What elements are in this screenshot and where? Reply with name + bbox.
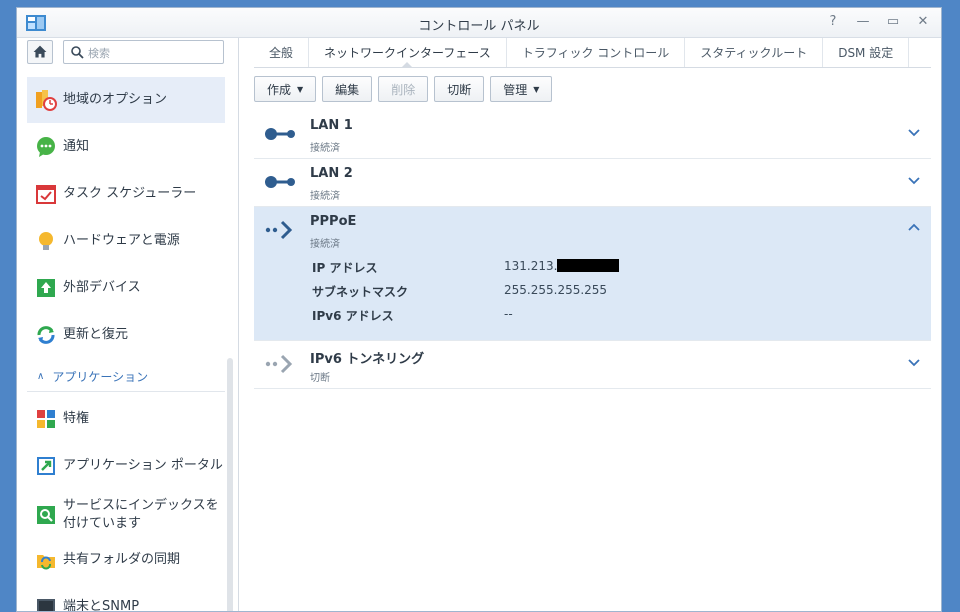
interface-name: IPv6 トンネリング xyxy=(310,352,425,367)
indexing-service-icon xyxy=(37,506,55,524)
sidebar-item-label: 特権 xyxy=(63,411,90,426)
privileges-icon xyxy=(37,410,55,428)
sidebar-item-label: 通知 xyxy=(63,139,90,154)
sidebar-item-notification[interactable]: 通知 xyxy=(27,124,225,170)
chevron-down-icon[interactable] xyxy=(907,355,921,369)
interface-status: 接続済 xyxy=(310,143,340,154)
sidebar-item-label: タスク スケジューラー xyxy=(63,186,197,201)
title-bar[interactable]: コントロール パネル ? — ▭ ✕ xyxy=(17,8,941,38)
interface-name: LAN 1 xyxy=(310,118,353,133)
task-scheduler-icon xyxy=(36,185,56,204)
detail-label-ip: IP アドレス xyxy=(312,261,378,275)
label-line-1: サービスにインデックスを xyxy=(63,498,219,513)
interface-row-lan1[interactable]: LAN 1 接続済 xyxy=(254,111,931,159)
sidebar-item-terminal-snmp[interactable]: 端末とSNMP xyxy=(27,584,225,612)
create-label: 作成 xyxy=(267,82,292,97)
sidebar-item-label: 共有フォルダの同期 xyxy=(63,552,181,567)
interface-row-ipv6-tunnel[interactable]: IPv6 トンネリング 切断 xyxy=(254,341,931,389)
chevron-down-icon[interactable] xyxy=(907,125,921,139)
detail-value-ip: 131.213. xyxy=(504,259,620,273)
edit-button[interactable]: 編集 xyxy=(322,76,373,102)
application-portal-icon xyxy=(37,457,55,475)
create-button[interactable]: 作成 ▼ xyxy=(254,76,317,102)
section-header-applications[interactable]: ∧ アプリケーション xyxy=(27,362,225,392)
section-label: アプリケーション xyxy=(52,370,149,384)
manage-button[interactable]: 管理 ▼ xyxy=(490,76,553,102)
main-panel: 全般 ネットワークインターフェース トラフィック コントロール スタティックルー… xyxy=(254,38,931,611)
detail-value-subnet: 255.255.255.255 xyxy=(504,283,608,297)
home-button[interactable] xyxy=(27,40,53,64)
ethernet-connected-icon xyxy=(265,128,295,140)
sidebar-item-indexing-service[interactable]: サービスにインデックスを 付けています xyxy=(27,488,225,542)
tab-general[interactable]: 全般 xyxy=(254,38,310,67)
search-placeholder: 検索 xyxy=(88,47,110,60)
detail-value-ipv6: -- xyxy=(504,307,513,321)
tab-traffic-control[interactable]: トラフィック コントロール xyxy=(507,38,686,67)
update-restore-icon xyxy=(37,326,55,344)
interface-status: 接続済 xyxy=(310,239,340,250)
chevron-up-icon: ∧ xyxy=(37,371,45,382)
interface-status: 接続済 xyxy=(310,191,340,202)
sidebar-item-label: 更新と復元 xyxy=(63,327,129,342)
detail-label-ipv6: IPv6 アドレス xyxy=(312,309,394,323)
hardware-power-icon xyxy=(39,232,53,250)
label-line-2: 付けています xyxy=(63,516,142,531)
interface-row-lan2[interactable]: LAN 2 接続済 xyxy=(254,159,931,207)
caret-down-icon: ▼ xyxy=(297,84,304,94)
manage-label: 管理 xyxy=(503,82,528,97)
tab-dsm-settings[interactable]: DSM 設定 xyxy=(823,38,910,67)
sidebar-item-application-portal[interactable]: アプリケーション ポータル xyxy=(27,443,225,489)
tab-bar: 全般 ネットワークインターフェース トラフィック コントロール スタティックルー… xyxy=(254,38,931,68)
sidebar-item-external-devices[interactable]: 外部デバイス xyxy=(27,265,225,311)
sidebar: 検索 地域のオプション 通知 タスク スケジューラー ハードウェアと電源 外部デ… xyxy=(17,38,239,611)
control-panel-window: コントロール パネル ? — ▭ ✕ 検索 地域のオプション 通知 タスク スケ… xyxy=(16,7,942,612)
sidebar-item-label: ハードウェアと電源 xyxy=(63,233,180,248)
external-devices-icon xyxy=(37,279,55,297)
sidebar-item-label: サービスにインデックスを 付けています xyxy=(63,497,219,533)
sidebar-scrollbar[interactable] xyxy=(227,358,233,611)
disconnect-button[interactable]: 切断 xyxy=(434,76,485,102)
sidebar-item-task-scheduler[interactable]: タスク スケジューラー xyxy=(27,171,225,217)
search-input[interactable]: 検索 xyxy=(63,40,224,64)
ip-prefix: 131.213. xyxy=(504,259,558,273)
redacted-box xyxy=(557,259,620,272)
sidebar-item-shared-folder-sync[interactable]: 共有フォルダの同期 xyxy=(27,537,225,583)
sidebar-item-update-restore[interactable]: 更新と復元 xyxy=(27,312,225,358)
tunnel-disconnected-icon xyxy=(265,354,293,374)
minimize-icon[interactable]: — xyxy=(855,14,871,30)
interface-status: 切断 xyxy=(310,373,330,384)
chevron-down-icon[interactable] xyxy=(907,173,921,187)
sidebar-item-region-options[interactable]: 地域のオプション xyxy=(27,77,225,123)
chevron-up-icon[interactable] xyxy=(907,221,921,235)
help-icon[interactable]: ? xyxy=(825,14,841,30)
interface-name: LAN 2 xyxy=(310,166,353,181)
sidebar-item-label: 地域のオプション xyxy=(63,92,168,107)
home-icon xyxy=(33,45,47,58)
sidebar-item-hardware-power[interactable]: ハードウェアと電源 xyxy=(27,218,225,264)
pppoe-connected-icon xyxy=(265,220,293,240)
window-title: コントロール パネル xyxy=(418,19,540,34)
sidebar-item-privileges[interactable]: 特権 xyxy=(27,396,225,442)
tab-network-interface[interactable]: ネットワークインターフェース xyxy=(309,38,507,68)
sidebar-item-label: アプリケーション ポータル xyxy=(63,458,223,473)
close-icon[interactable]: ✕ xyxy=(915,14,931,30)
sidebar-item-label: 端末とSNMP xyxy=(63,599,140,612)
shared-folder-sync-icon xyxy=(37,555,55,570)
detail-label-subnet: サブネットマスク xyxy=(312,285,409,299)
tab-static-route[interactable]: スタティックルート xyxy=(685,38,824,67)
interface-row-pppoe[interactable]: PPPoE 接続済 IP アドレス 131.213. サブネットマスク 255.… xyxy=(254,207,931,341)
caret-down-icon: ▼ xyxy=(533,84,540,94)
notification-icon xyxy=(37,137,55,157)
maximize-icon[interactable]: ▭ xyxy=(885,14,901,30)
search-icon xyxy=(71,46,84,59)
sidebar-item-label: 外部デバイス xyxy=(63,280,141,295)
toolbar: 作成 ▼ 編集 削除 切断 管理 ▼ xyxy=(254,76,553,102)
interface-name: PPPoE xyxy=(310,214,357,229)
terminal-snmp-icon xyxy=(37,599,55,611)
region-options-icon xyxy=(36,90,57,111)
delete-button[interactable]: 削除 xyxy=(378,76,429,102)
ethernet-connected-icon xyxy=(265,176,295,188)
